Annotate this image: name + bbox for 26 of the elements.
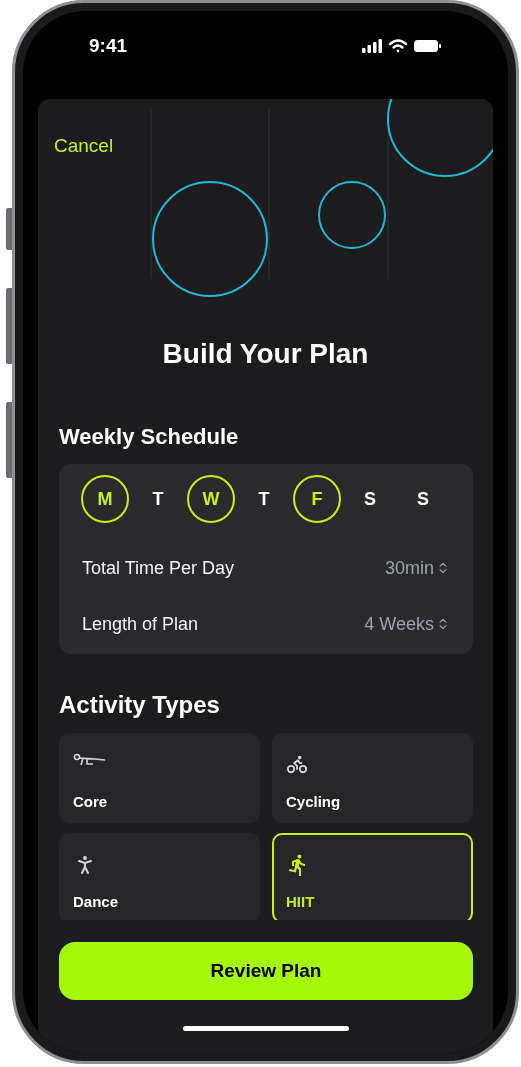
value-picker[interactable]: 30min (384, 554, 450, 582)
cancel-button[interactable]: Cancel (54, 132, 114, 161)
activity-tile[interactable]: Core (59, 733, 260, 823)
review-plan-button[interactable]: Review Plan (59, 942, 473, 1000)
day-toggle[interactable]: M (81, 475, 129, 523)
activity-tile[interactable]: Dance (59, 833, 260, 920)
section-heading: Activity Types (59, 690, 221, 720)
setting-label: Total Time Per Day (82, 556, 235, 580)
day-toggle[interactable]: S (346, 475, 394, 523)
wifi-icon (388, 39, 408, 53)
activity-tile[interactable]: Cycling (272, 733, 473, 823)
section-heading: Weekly Schedule (59, 423, 240, 451)
day-toggle[interactable]: T (240, 475, 288, 523)
signal-icon (362, 39, 382, 53)
day-toggle[interactable]: S (399, 475, 447, 523)
battery-icon (414, 39, 442, 53)
day-toggle[interactable]: W (187, 475, 235, 523)
day-toggle[interactable]: T (134, 475, 182, 523)
value-picker[interactable]: 4 Weeks (364, 610, 450, 638)
plank-figure-icon (73, 753, 107, 767)
day-toggle[interactable]: F (293, 475, 341, 523)
status-time: 9:41 (89, 33, 128, 58)
page-title: Build Your Plan (161, 337, 370, 371)
activity-tile[interactable]: HIIT (272, 833, 473, 920)
bike-icon (286, 753, 308, 775)
setting-label: Length of Plan (82, 612, 199, 636)
